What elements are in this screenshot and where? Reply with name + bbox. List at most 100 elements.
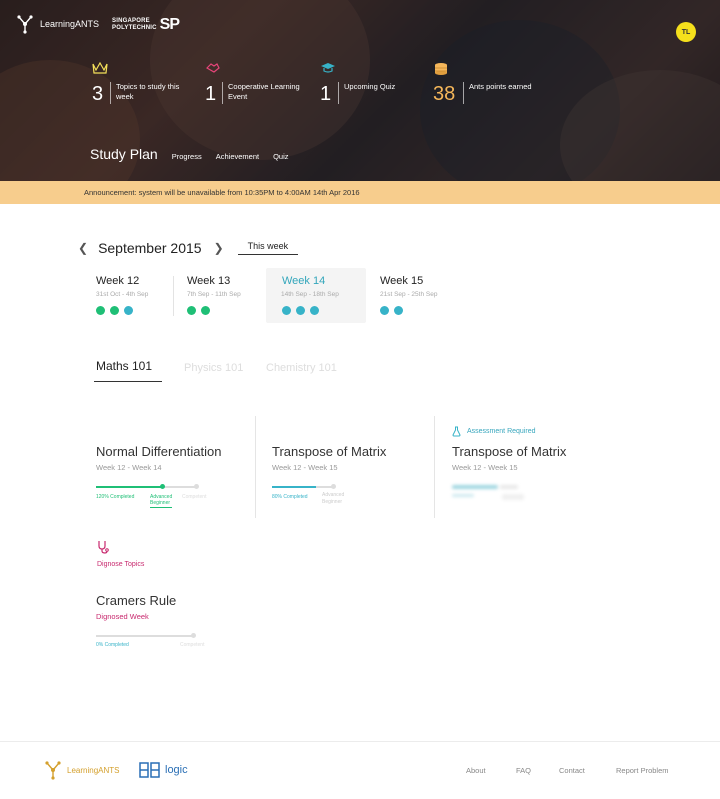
footer-partner-logo[interactable]: logic <box>139 762 188 778</box>
progress-label: 120% Completed <box>96 494 135 500</box>
this-week-button[interactable]: This week <box>237 241 299 255</box>
topic-title: Transpose of Matrix <box>452 444 567 459</box>
stat-divider <box>338 82 339 104</box>
nav-quiz[interactable]: Quiz <box>273 152 288 161</box>
chevron-right-icon[interactable]: ❯ <box>214 241 224 255</box>
blurred-progress <box>452 485 498 489</box>
status-dot <box>187 306 196 315</box>
month-selector: ❮ September 2015 ❯ This week <box>78 240 299 256</box>
progress-end-knob <box>191 633 196 638</box>
announcement-bar: Announcement: system will be unavailable… <box>0 181 720 204</box>
stat-value: 38 <box>433 83 456 105</box>
stat-label: Ants points earned <box>469 82 532 91</box>
week-item[interactable]: Week 15 21st Sep - 25th Sep <box>380 268 472 323</box>
card-divider <box>255 416 256 518</box>
topic-title: Transpose of Matrix <box>272 444 387 459</box>
status-dot <box>380 306 389 315</box>
week-item[interactable]: Week 12 31st Oct - 4th Sep <box>96 268 188 323</box>
footer-link-faq[interactable]: FAQ <box>516 766 531 775</box>
week-item-selected[interactable]: Week 14 14th Sep - 18th Sep <box>266 268 366 323</box>
blurred-label <box>452 494 474 497</box>
chevron-left-icon[interactable]: ❮ <box>78 241 88 255</box>
week-dates: 14th Sep - 18th Sep <box>281 291 339 298</box>
footer-link-contact[interactable]: Contact <box>559 766 585 775</box>
week-title: Week 15 <box>380 275 424 287</box>
week-dots <box>282 306 319 315</box>
level-label-2: Beginner <box>150 500 171 506</box>
current-month: September 2015 <box>98 240 202 256</box>
footer-link-report[interactable]: Report Problem <box>616 766 669 775</box>
topic-weeks: Week 12 - Week 15 <box>272 463 338 472</box>
status-dot <box>296 306 305 315</box>
assessment-badge: Assessment Required <box>452 426 535 437</box>
card-divider <box>434 416 435 518</box>
level-label-2: Beginner <box>322 499 343 505</box>
status-dot <box>310 306 319 315</box>
stat-value: 1 <box>320 83 332 105</box>
diagnose-topics-label: Dignose Topics <box>97 561 145 568</box>
progress-end-knob <box>194 484 199 489</box>
partner-line-2: POLYTECHNIC <box>112 25 157 31</box>
end-label: Competent <box>180 642 205 648</box>
stat-divider <box>222 82 223 104</box>
end-label: Competent <box>182 494 207 500</box>
tab-chemistry[interactable]: Chemistry 101 <box>266 362 337 374</box>
progress-fill <box>96 486 164 488</box>
tab-underline <box>94 381 162 382</box>
page-title: Study Plan <box>90 146 158 162</box>
crown-icon <box>92 62 108 74</box>
progress-label: 80% Completed <box>272 494 308 500</box>
graduation-cap-icon <box>321 63 335 73</box>
stat-label: Upcoming Quiz <box>344 82 396 91</box>
flask-icon <box>452 426 461 437</box>
progress-label: 0% Completed <box>96 642 129 648</box>
level-underline <box>150 507 172 508</box>
status-dot <box>110 306 119 315</box>
topic-title: Cramers Rule <box>96 593 177 608</box>
handshake-icon <box>206 63 220 73</box>
footer-brand[interactable]: LearningANTS <box>44 760 119 780</box>
week-dates: 7th Sep - 11th Sep <box>187 291 241 298</box>
partner-logo: SINGAPORE POLYTECHNIC SP <box>112 16 180 34</box>
ant-logo-icon <box>17 15 33 34</box>
progress-fill <box>272 486 316 488</box>
level-label-1: Advanced <box>322 492 345 498</box>
blurred-label <box>502 494 524 500</box>
stat-label: Topics to study this week <box>116 82 180 101</box>
brand-name: LearningANTS <box>40 19 100 29</box>
footer-brand-name: LearningANTS <box>67 765 120 775</box>
stat-divider <box>110 82 111 104</box>
week-divider <box>173 276 174 316</box>
week-title: Week 13 <box>187 275 231 287</box>
progress-knob <box>160 484 165 489</box>
footer-divider <box>0 741 720 742</box>
partner-mark: SP <box>159 16 180 33</box>
progress-end-knob <box>331 484 336 489</box>
hero-banner: LearningANTS SINGAPORE POLYTECHNIC SP TL… <box>0 0 720 181</box>
status-dot <box>394 306 403 315</box>
footer-partner-name: logic <box>165 764 188 776</box>
topic-weeks: Week 12 - Week 14 <box>96 463 162 472</box>
week-title: Week 12 <box>96 275 140 287</box>
stat-value: 1 <box>205 83 217 105</box>
status-dot <box>282 306 291 315</box>
week-dates: 31st Oct - 4th Sep <box>96 291 149 298</box>
coins-icon <box>435 63 447 75</box>
week-dots <box>187 306 210 315</box>
topic-weeks: Week 12 - Week 15 <box>452 463 518 472</box>
blurred-progress <box>500 485 518 489</box>
logic-logo-icon <box>139 762 160 778</box>
avatar[interactable]: TL <box>676 22 696 42</box>
progress-track <box>96 635 194 637</box>
status-dot <box>124 306 133 315</box>
week-dates: 21st Sep - 25th Sep <box>380 291 438 298</box>
footer-link-about[interactable]: About <box>466 766 486 775</box>
study-plan-nav: Study Plan Progress Achievement Quiz <box>90 146 289 162</box>
nav-progress[interactable]: Progress <box>172 152 202 161</box>
nav-achievement[interactable]: Achievement <box>216 152 259 161</box>
brand-logo[interactable]: LearningANTS <box>16 14 99 34</box>
tab-physics[interactable]: Physics 101 <box>184 362 243 374</box>
stethoscope-icon <box>98 541 109 554</box>
week-dots <box>96 306 133 315</box>
tab-maths[interactable]: Maths 101 <box>96 359 152 373</box>
